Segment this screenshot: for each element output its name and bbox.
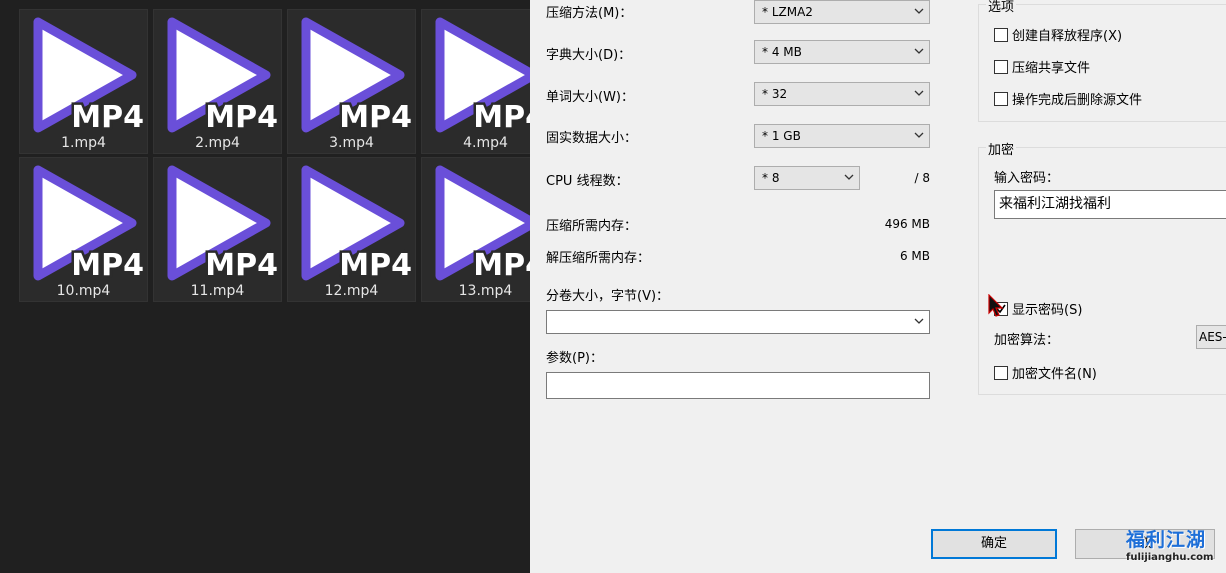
chevron-down-icon [914, 125, 924, 147]
checkbox-box [994, 91, 1008, 106]
memory-compress-value: 496 MB [884, 217, 930, 231]
file-tile[interactable]: MP4 4.mp4 [421, 9, 530, 154]
word-size-label: 单词大小(W)： [546, 90, 634, 105]
encryption-group-title: 加密 [986, 139, 1017, 158]
file-name: 11.mp4 [190, 283, 245, 299]
watermark-text: 福利江湖 [1126, 529, 1207, 551]
mp4-badge: MP4 [473, 248, 530, 283]
word-size-select[interactable]: * 32 [754, 82, 930, 106]
compression-method-select[interactable]: * LZMA2 [754, 0, 930, 24]
mp4-play-icon: MP4 [435, 17, 530, 138]
compression-method-label: 压缩方法(M)： [546, 6, 633, 21]
chevron-down-icon [844, 167, 854, 189]
file-name: 2.mp4 [195, 135, 240, 151]
checkbox-box [994, 59, 1008, 74]
cpu-threads-total: / 8 [914, 171, 931, 185]
mp4-badge: MP4 [71, 248, 144, 283]
file-name: 3.mp4 [329, 135, 374, 151]
cpu-threads-select[interactable]: * 8 [754, 166, 860, 190]
solid-block-size-select[interactable]: * 1 GB [754, 124, 930, 148]
delete-after-label: 操作完成后删除源文件 [1012, 93, 1143, 108]
memory-decompress-label: 解压缩所需内存： [546, 251, 651, 266]
dictionary-size-value: * 4 MB [762, 45, 802, 59]
file-tile[interactable]: MP4 10.mp4 [19, 157, 148, 302]
create-sfx-checkbox[interactable]: 创建自释放程序(X) [994, 25, 1122, 44]
volume-size-select[interactable] [546, 310, 930, 334]
password-label: 输入密码： [994, 171, 1060, 186]
delete-after-checkbox[interactable]: 操作完成后删除源文件 [994, 89, 1142, 108]
password-input[interactable]: 来福利江湖找福利 [994, 190, 1226, 219]
cpu-threads-label: CPU 线程数： [546, 174, 629, 189]
parameters-input[interactable] [546, 372, 930, 399]
solid-block-size-value: * 1 GB [762, 129, 801, 143]
watermark-url: fulijianghu.com [1126, 552, 1214, 563]
file-tile[interactable]: MP4 1.mp4 [19, 9, 148, 154]
mp4-badge: MP4 [339, 100, 412, 135]
mp4-play-icon: MP4 [301, 17, 415, 138]
encrypt-names-label: 加密文件名(N) [1012, 367, 1097, 382]
file-name: 1.mp4 [61, 135, 106, 151]
checkbox-box [994, 27, 1008, 42]
dictionary-size-select[interactable]: * 4 MB [754, 40, 930, 64]
mp4-play-icon: MP4 [167, 165, 281, 286]
password-value: 来福利江湖找福利 [999, 196, 1111, 212]
word-size-value: * 32 [762, 87, 788, 101]
cpu-threads-value: * 8 [762, 171, 780, 185]
memory-decompress-value: 6 MB [899, 249, 930, 263]
file-name: 10.mp4 [56, 283, 111, 299]
mp4-play-icon: MP4 [301, 165, 415, 286]
watermark-logo: 福利江湖 fulijianghu.com [1126, 525, 1226, 571]
file-explorer: MP4 1.mp4 MP4 2.mp4 MP4 3.mp4 MP4 4.mp4 … [0, 0, 530, 573]
volume-size-label: 分卷大小，字节(V)： [546, 289, 670, 304]
compress-shared-checkbox[interactable]: 压缩共享文件 [994, 57, 1090, 76]
show-password-checkbox[interactable]: 显示密码(S) [994, 299, 1082, 318]
mouse-cursor-icon [988, 294, 1004, 317]
mp4-play-icon: MP4 [33, 17, 147, 138]
mp4-play-icon: MP4 [33, 165, 147, 286]
file-name: 4.mp4 [463, 135, 508, 151]
solid-block-size-label: 固实数据大小： [546, 131, 638, 146]
dictionary-size-label: 字典大小(D)： [546, 48, 632, 63]
encryption-method-value: AES- [1199, 330, 1226, 344]
file-name: 12.mp4 [324, 283, 379, 299]
mp4-play-icon: MP4 [435, 165, 530, 286]
compression-method-value: * LZMA2 [762, 5, 813, 19]
compress-shared-label: 压缩共享文件 [1012, 61, 1091, 76]
file-tile[interactable]: MP4 2.mp4 [153, 9, 282, 154]
compression-dialog: 压缩方法(M)： * LZMA2 字典大小(D)： * 4 MB 单词大小(W)… [530, 0, 1226, 573]
file-tile[interactable]: MP4 11.mp4 [153, 157, 282, 302]
mp4-badge: MP4 [71, 100, 144, 135]
encrypt-names-checkbox[interactable]: 加密文件名(N) [994, 363, 1097, 382]
file-name: 13.mp4 [458, 283, 513, 299]
memory-compress-label: 压缩所需内存： [546, 219, 638, 234]
checkbox-box [994, 365, 1008, 380]
file-tile[interactable]: MP4 3.mp4 [287, 9, 416, 154]
mp4-badge: MP4 [339, 248, 412, 283]
create-sfx-label: 创建自释放程序(X) [1012, 29, 1123, 44]
mp4-play-icon: MP4 [167, 17, 281, 138]
file-tile[interactable]: MP4 13.mp4 [421, 157, 530, 302]
mp4-badge: MP4 [205, 248, 278, 283]
chevron-down-icon [914, 83, 924, 105]
mp4-badge: MP4 [473, 100, 530, 135]
chevron-down-icon [914, 41, 924, 63]
show-password-label: 显示密码(S) [1012, 303, 1083, 318]
chevron-down-icon [914, 1, 924, 23]
ok-button[interactable]: 确定 [931, 529, 1057, 559]
chevron-down-icon [914, 311, 924, 333]
options-group-title: 选项 [986, 0, 1017, 15]
mp4-badge: MP4 [205, 100, 278, 135]
encryption-method-select[interactable]: AES- [1196, 325, 1226, 349]
encryption-method-label: 加密算法： [994, 333, 1060, 348]
parameters-label: 参数(P)： [546, 351, 603, 366]
file-tile[interactable]: MP4 12.mp4 [287, 157, 416, 302]
